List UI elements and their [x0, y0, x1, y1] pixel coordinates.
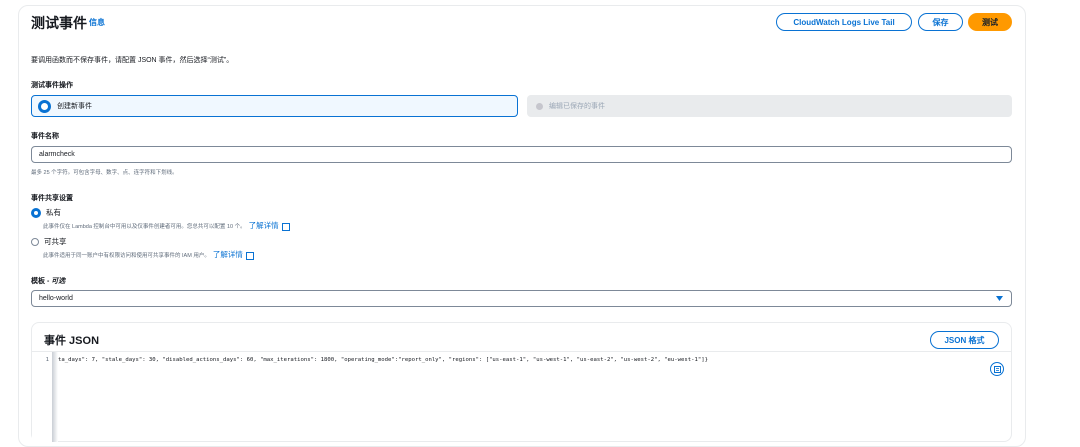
create-new-event-option[interactable]: 创建新事件	[31, 95, 518, 117]
private-desc: 此事件仅在 Lambda 控制台中可用以及仅事件创建者可用。您总共可以配置 10…	[43, 223, 246, 230]
live-tail-button[interactable]: CloudWatch Logs Live Tail	[776, 13, 912, 31]
edit-saved-event-option: 编辑已保存的事件	[527, 95, 1012, 117]
template-label: 模板 - 可选	[31, 276, 65, 286]
event-name-input[interactable]: alarmcheck	[31, 146, 1012, 163]
private-radio-icon	[31, 207, 41, 218]
template-label-text: 模板 -	[31, 278, 52, 285]
event-name-value: alarmcheck	[39, 151, 75, 158]
code-editor-border	[32, 351, 1011, 352]
template-select[interactable]: hello-world	[31, 290, 1012, 307]
page-title: 测试事件	[31, 15, 87, 31]
private-learn-more-link[interactable]: 了解详情	[249, 220, 279, 231]
radio-disabled-icon	[536, 102, 543, 110]
shareable-radio-icon	[31, 237, 39, 246]
private-label: 私有	[46, 208, 61, 217]
sharing-label: 事件共享设置	[31, 195, 73, 202]
event-name-hint: 最多 25 个字符。可包含字母、数字、点、连字符和下划线。	[31, 170, 178, 176]
test-button[interactable]: 测试	[968, 13, 1012, 31]
shareable-learn-more-link[interactable]: 了解详情	[213, 249, 243, 260]
event-action-label: 测试事件操作	[31, 82, 73, 89]
caret-down-icon	[996, 296, 1003, 301]
private-desc-row: 此事件仅在 Lambda 控制台中可用以及仅事件创建者可用。您总共可以配置 10…	[43, 220, 290, 231]
template-value: hello-world	[39, 295, 73, 302]
shareable-desc-row: 此事件适用于同一账户中有权限访问和使用可共享事件的 IAM 用户。 了解详情	[43, 249, 254, 260]
external-link-icon	[245, 251, 254, 260]
private-option[interactable]: 私有	[31, 207, 61, 218]
event-name-label: 事件名称	[31, 133, 59, 140]
create-new-event-label: 创建新事件	[57, 103, 92, 110]
edit-saved-event-label: 编辑已保存的事件	[549, 103, 605, 110]
event-json-title: 事件 JSON	[44, 335, 100, 347]
json-format-button[interactable]: JSON 格式	[930, 331, 999, 349]
document-icon	[993, 365, 1001, 373]
description-text: 要调用函数而不保存事件，请配置 JSON 事件，然后选择“测试”。	[31, 57, 234, 64]
shareable-label: 可共享	[44, 237, 67, 246]
template-optional-text: 可选	[51, 278, 66, 285]
code-editor-line[interactable]: ta_days": 7, "stale_days": 30, "disabled…	[58, 357, 1013, 363]
gutter-shadow	[52, 352, 58, 442]
shareable-option[interactable]: 可共享	[31, 236, 67, 247]
event-json-panel	[31, 322, 1012, 442]
editor-settings-button[interactable]	[990, 362, 1004, 376]
radio-selected-icon	[38, 99, 51, 113]
info-link[interactable]: 信息	[89, 17, 105, 28]
code-gutter	[32, 352, 52, 442]
save-button[interactable]: 保存	[918, 13, 963, 31]
external-link-icon	[281, 222, 290, 231]
shareable-desc: 此事件适用于同一账户中有权限访问和使用可共享事件的 IAM 用户。	[43, 252, 210, 259]
line-number: 1	[45, 357, 49, 363]
